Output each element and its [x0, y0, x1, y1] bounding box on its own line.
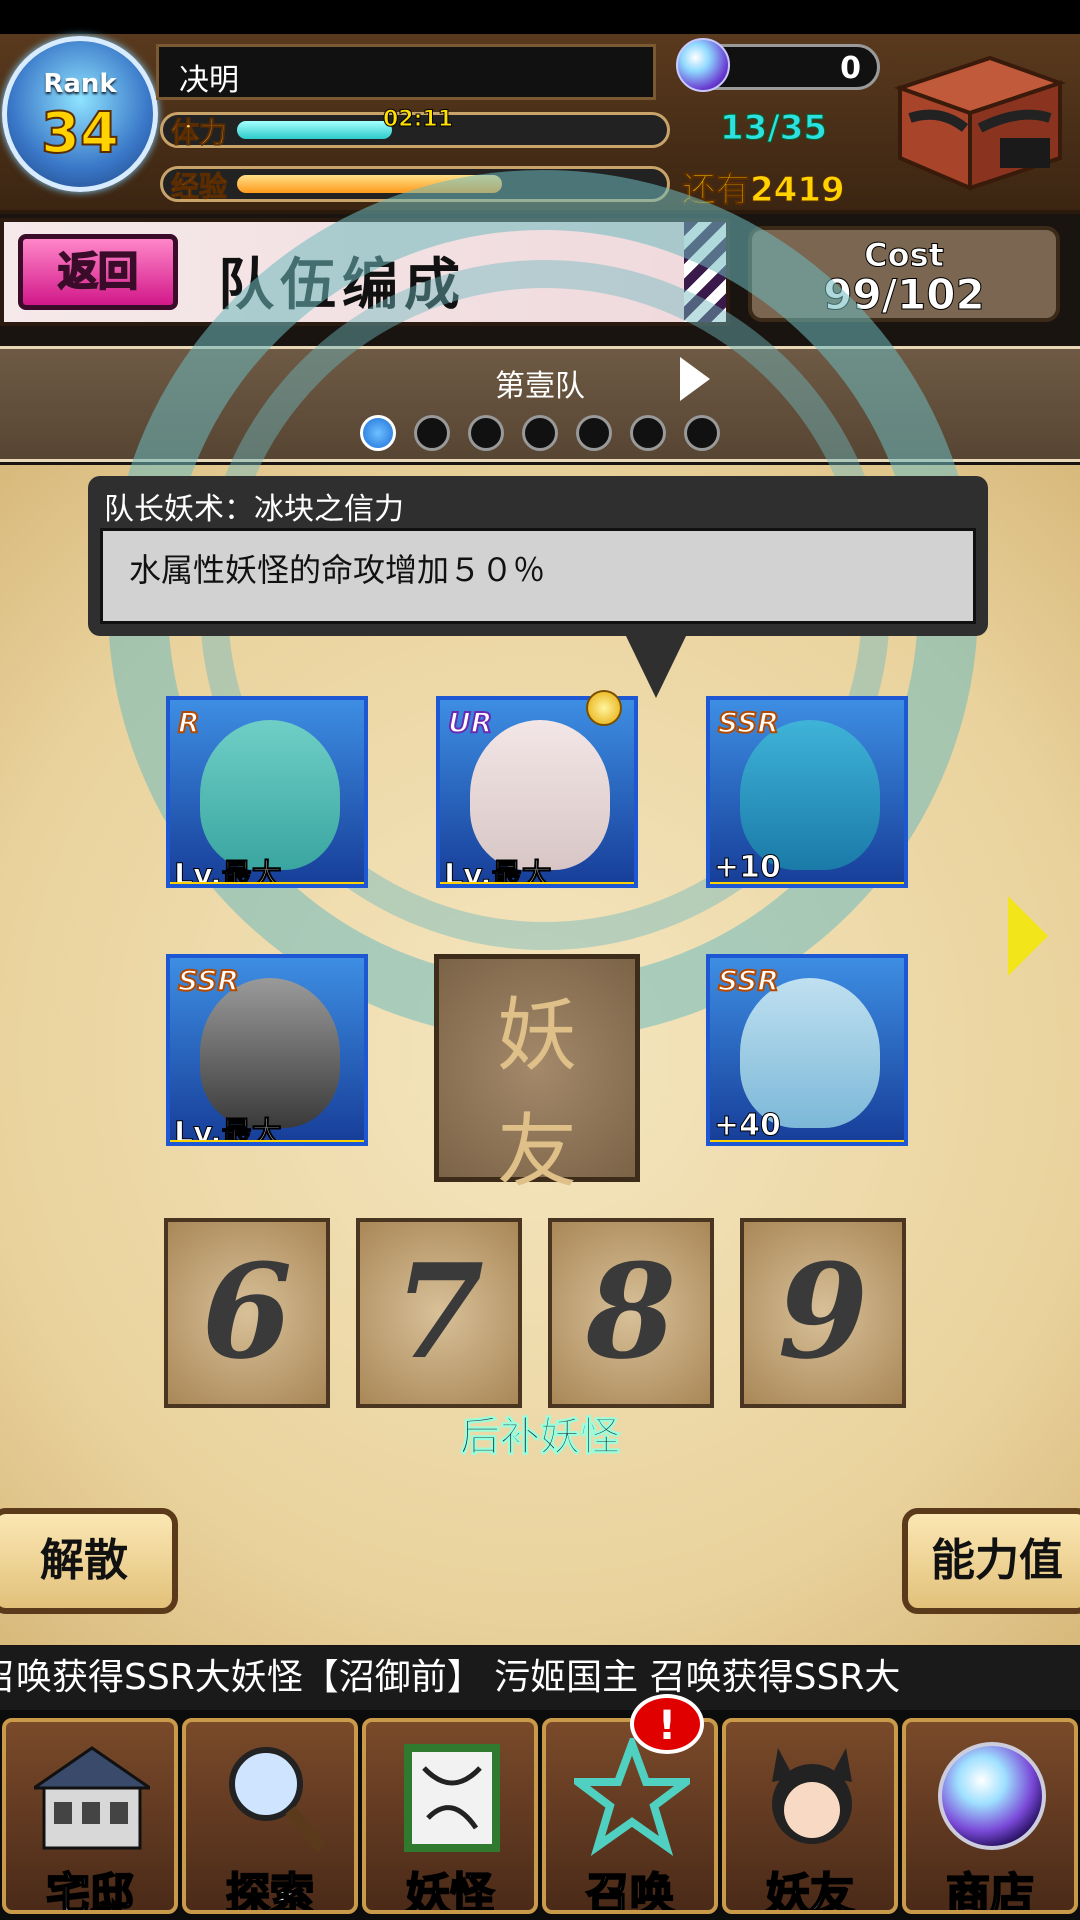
card-underline: [170, 882, 364, 884]
nav-item-summon[interactable]: 召唤: [542, 1718, 718, 1914]
reserve-slot-6[interactable]: 6: [164, 1218, 330, 1408]
card-rarity: R: [177, 705, 201, 740]
stamina-bar-fill: [237, 121, 392, 139]
leader-skill-title: 队长妖术：冰块之信力: [104, 492, 404, 527]
card-portrait: [470, 720, 610, 870]
nav-label: 宅邸: [45, 1868, 135, 1914]
nav-label: 商店: [945, 1868, 1035, 1914]
leader-crown-icon: [586, 690, 622, 726]
rank-badge: Rank 34: [2, 36, 158, 192]
nav-item-mansion[interactable]: 宅邸: [2, 1718, 178, 1914]
card-level: +10: [714, 850, 782, 885]
team-card-4[interactable]: SSR Lv.最大: [166, 954, 368, 1146]
stamina-count: 13/35: [719, 108, 828, 149]
card-underline: [710, 882, 904, 884]
stamina-label: 体力: [170, 116, 228, 150]
stamina-timer: 02:11: [382, 107, 454, 133]
magic-orb-icon: [676, 38, 730, 92]
team-card-5[interactable]: SSR +40: [706, 954, 908, 1146]
card-underline: [710, 1140, 904, 1142]
team-card-1[interactable]: R Lv.最大: [166, 696, 368, 888]
card-rarity: UR: [447, 705, 493, 740]
nav-label: 妖怪: [405, 1868, 495, 1914]
leader-skill-description: 水属性妖怪的命攻增加５０％: [129, 551, 546, 589]
news-ticker-text: 召唤获得SSR大妖怪【沼御前】 污姬国主 召唤获得SSR大: [0, 1657, 901, 1698]
nav-label: 妖友: [765, 1868, 855, 1914]
reserve-slot-7[interactable]: 7: [356, 1218, 522, 1408]
nav-label: 探索: [225, 1868, 315, 1914]
card-portrait: [740, 978, 880, 1128]
nav-item-friends[interactable]: 妖友: [722, 1718, 898, 1914]
card-underline: [170, 1140, 364, 1142]
nav-item-shop[interactable]: 商店: [902, 1718, 1078, 1914]
fox-girl-icon: [772, 1748, 852, 1844]
card-portrait: [740, 720, 880, 870]
disband-button[interactable]: 解散: [0, 1508, 178, 1614]
leader-skill-pointer: [626, 636, 686, 698]
magnifier-icon: [229, 1747, 327, 1852]
mansion-icon: [34, 1746, 150, 1850]
summon-alert-badge: !: [630, 1694, 704, 1754]
rank-value: 34: [40, 100, 120, 167]
card-rarity: SSR: [717, 963, 780, 998]
crystal-orb-icon: [938, 1742, 1046, 1850]
card-portrait: [200, 720, 340, 870]
nav-label: 召唤: [585, 1868, 675, 1914]
team-card-3[interactable]: SSR +10: [706, 696, 908, 888]
orb-count: 0: [840, 51, 861, 86]
friend-slot[interactable]: 妖 友: [434, 954, 640, 1198]
player-name: 决明: [179, 63, 239, 98]
system-status-bar: [0, 0, 1080, 34]
exp-label: 经验: [170, 170, 228, 204]
reserve-slot-8[interactable]: 8: [548, 1218, 714, 1408]
stamina-bar: 体力 02:11: [160, 107, 670, 150]
player-name-box: 决明: [156, 44, 656, 100]
card-underline: [440, 882, 634, 884]
reserve-label: 后补妖怪: [460, 1414, 621, 1461]
reserve-slot-9[interactable]: 9: [740, 1218, 906, 1408]
next-page-arrow-icon[interactable]: [1008, 896, 1048, 976]
stats-button[interactable]: 能力值: [902, 1508, 1080, 1614]
nav-item-yokai[interactable]: 妖怪: [362, 1718, 538, 1914]
card-rarity: SSR: [717, 705, 780, 740]
leader-skill-box: 队长妖术：冰块之信力 水属性妖怪的命攻增加５０％: [88, 476, 988, 636]
nav-item-explore[interactable]: 探索: [182, 1718, 358, 1914]
friend-slot-label-1: 妖: [497, 989, 577, 1082]
card-portrait: [200, 978, 340, 1128]
leader-skill-description-box: 水属性妖怪的命攻增加５０％: [100, 528, 976, 624]
news-ticker: 召唤获得SSR大妖怪【沼御前】 污姬国主 召唤获得SSR大: [0, 1646, 1080, 1710]
gift-box-icon[interactable]: [880, 48, 1070, 198]
card-level: +40: [714, 1108, 782, 1143]
card-rarity: SSR: [177, 963, 240, 998]
friend-slot-label-2: 友: [497, 1105, 577, 1198]
rank-label: Rank: [43, 69, 117, 99]
back-button[interactable]: 返回: [18, 234, 178, 310]
pentagram-icon: [574, 1738, 690, 1856]
bottom-nav: 宅邸 探索 妖怪 召唤 妖友 商店: [0, 1710, 1080, 1920]
scroll-icon: [404, 1744, 500, 1852]
